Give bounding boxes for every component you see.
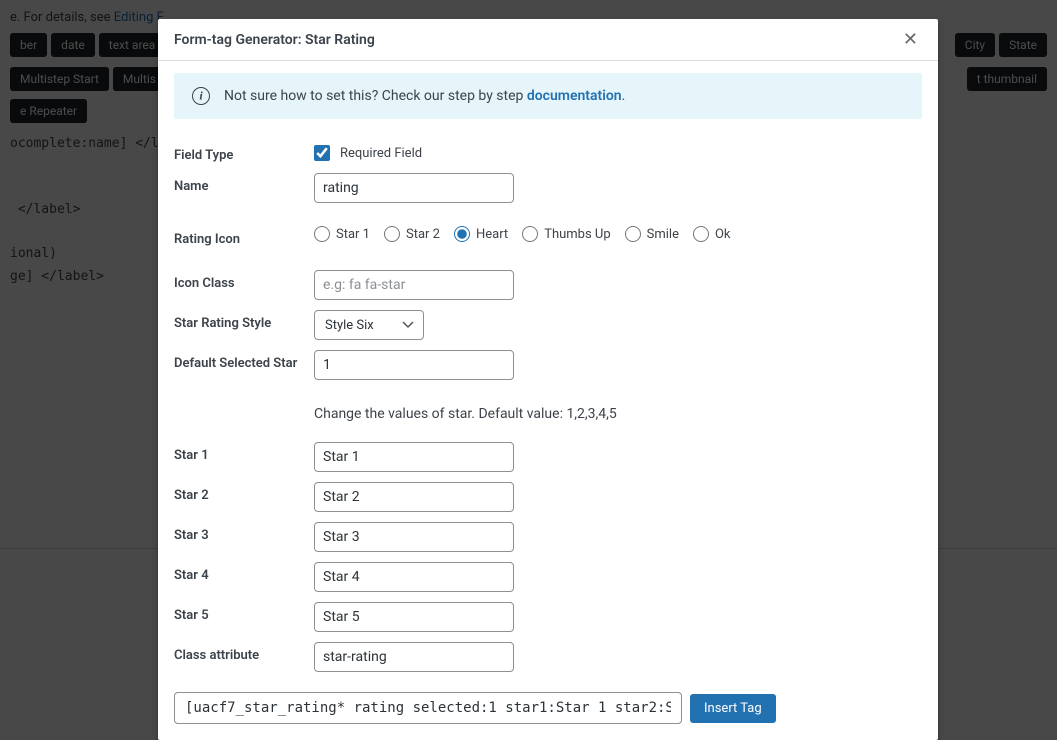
star4-input[interactable] — [314, 562, 514, 592]
notice-text: Not sure how to set this? Check our step… — [224, 88, 625, 104]
modal-header: Form-tag Generator: Star Rating ✕ — [158, 19, 938, 61]
field-type-label: Field Type — [174, 142, 314, 163]
default-input[interactable] — [314, 350, 514, 380]
star4-label: Star 4 — [174, 562, 314, 583]
radio-heart[interactable] — [454, 226, 470, 242]
star1-input[interactable] — [314, 442, 514, 472]
icon-class-row: Icon Class — [174, 252, 922, 305]
default-label: Default Selected Star — [174, 350, 314, 371]
rating-icon-label: Rating Icon — [174, 226, 314, 247]
tag-output[interactable] — [174, 692, 682, 724]
star2-row: Star 2 — [174, 477, 922, 517]
style-label: Star Rating Style — [174, 310, 314, 331]
star2-input[interactable] — [314, 482, 514, 512]
help-row: Change the values of star. Default value… — [174, 385, 922, 437]
radio-star1[interactable] — [314, 226, 330, 242]
name-row: Name — [174, 168, 922, 208]
star5-row: Star 5 — [174, 597, 922, 637]
close-button[interactable]: ✕ — [899, 29, 922, 50]
name-label: Name — [174, 173, 314, 194]
style-select[interactable]: Style Six — [314, 310, 424, 340]
insert-tag-button[interactable]: Insert Tag — [690, 694, 776, 723]
required-checkbox[interactable] — [314, 145, 330, 161]
star4-row: Star 4 — [174, 557, 922, 597]
info-notice: Not sure how to set this? Check our step… — [174, 73, 922, 119]
name-input[interactable] — [314, 173, 514, 203]
class-attr-label: Class attribute — [174, 642, 314, 663]
star3-input[interactable] — [314, 522, 514, 552]
star5-label: Star 5 — [174, 602, 314, 623]
field-type-row: Field Type Required Field — [174, 137, 922, 168]
star1-label: Star 1 — [174, 442, 314, 463]
modal-body[interactable]: Not sure how to set this? Check our step… — [158, 61, 938, 680]
help-text: Change the values of star. Default value… — [314, 390, 922, 432]
radio-thumbs[interactable] — [522, 226, 538, 242]
icon-class-label: Icon Class — [174, 270, 314, 291]
default-row: Default Selected Star — [174, 345, 922, 385]
radio-ok[interactable] — [693, 226, 709, 242]
style-row: Star Rating Style Style Six — [174, 305, 922, 345]
modal-footer: Insert Tag — [158, 680, 938, 740]
modal-title: Form-tag Generator: Star Rating — [174, 32, 375, 48]
class-attr-input[interactable] — [314, 642, 514, 672]
star3-row: Star 3 — [174, 517, 922, 557]
form-tag-modal: Form-tag Generator: Star Rating ✕ Not su… — [158, 19, 938, 740]
documentation-link[interactable]: documentation — [527, 88, 622, 104]
star5-input[interactable] — [314, 602, 514, 632]
star1-row: Star 1 — [174, 437, 922, 477]
required-checkbox-label[interactable]: Required Field — [314, 142, 422, 161]
star2-label: Star 2 — [174, 482, 314, 503]
info-icon — [192, 87, 210, 105]
radio-star2[interactable] — [384, 226, 400, 242]
star3-label: Star 3 — [174, 522, 314, 543]
icon-class-input[interactable] — [314, 270, 514, 300]
radio-smile[interactable] — [625, 226, 641, 242]
rating-icon-row: Rating Icon Star 1 Star 2 Heart Thumbs U… — [174, 208, 922, 252]
class-attr-row: Class attribute — [174, 637, 922, 677]
